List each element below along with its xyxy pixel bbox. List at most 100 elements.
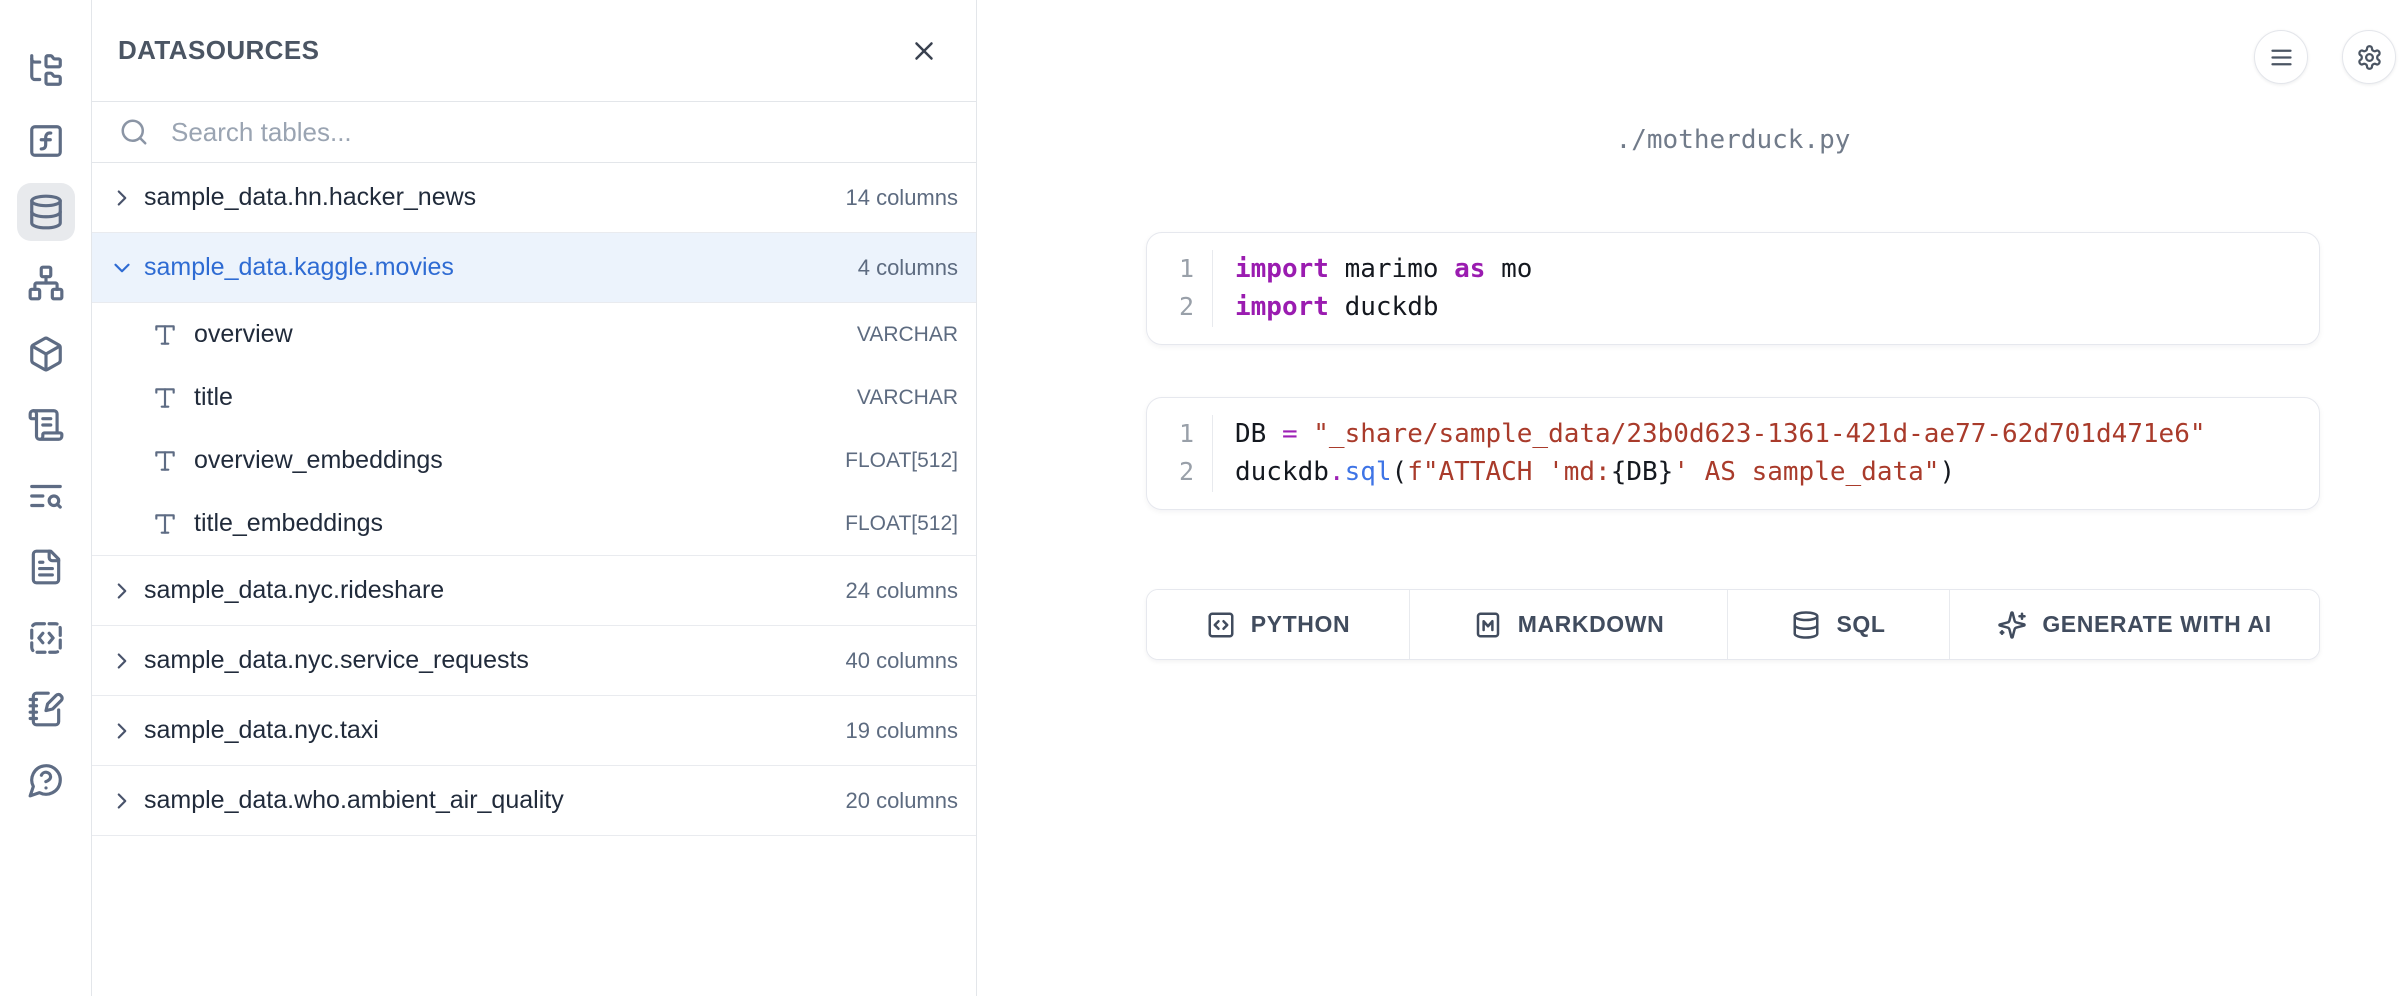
database-icon (27, 193, 65, 231)
type-text-icon (152, 511, 178, 537)
chevron-right-icon (109, 788, 135, 814)
chevron-right-icon (109, 185, 135, 211)
chevron-down-icon (109, 255, 135, 281)
search-icon (119, 117, 149, 147)
chevron-right-icon (109, 718, 135, 744)
square-m-icon (1473, 610, 1503, 640)
chevron-right-icon (109, 185, 135, 211)
add-sql-cell-button[interactable]: SQL (1728, 590, 1950, 659)
button-label: PYTHON (1251, 611, 1350, 638)
table-row[interactable]: sample_data.kaggle.movies 4 columns (92, 233, 976, 303)
table-name: sample_data.hn.hacker_news (144, 183, 476, 212)
table-column-count: 24 columns (845, 578, 958, 604)
chevron-right-icon (109, 648, 135, 674)
rail-item-outline[interactable] (17, 467, 75, 525)
column-name: title_embeddings (194, 509, 383, 538)
message-circle-question-icon (27, 761, 65, 799)
type-icon (152, 322, 178, 348)
generate-with-ai-button[interactable]: GENERATE WITH AI (1950, 590, 2319, 659)
table-name: sample_data.kaggle.movies (144, 253, 454, 282)
table-name: sample_data.who.ambient_air_quality (144, 786, 564, 815)
chevron-down-icon (109, 255, 135, 281)
column-name: title (194, 383, 233, 412)
rail-item-help[interactable] (17, 751, 75, 809)
table-column-count: 20 columns (845, 788, 958, 814)
code-cell-2[interactable]: 12DB = "_share/sample_data/23b0d623-1361… (1146, 397, 2320, 510)
table-row[interactable]: sample_data.nyc.rideshare 24 columns (92, 556, 976, 626)
text-search-icon (27, 477, 65, 515)
table-name: sample_data.nyc.rideshare (144, 576, 444, 605)
button-label: MARKDOWN (1518, 611, 1665, 638)
table-name: sample_data.nyc.service_requests (144, 646, 529, 675)
column-name: overview (194, 320, 293, 349)
folder-tree-icon (27, 51, 65, 89)
columns-block: overviewVARCHAR title VARCHAR overview_embe… (92, 303, 976, 556)
rail-item-packages[interactable] (17, 325, 75, 383)
panel-header: DATASOURCES (92, 0, 976, 102)
rail-item-variables[interactable] (17, 112, 75, 170)
panel-title: DATASOURCES (118, 35, 319, 66)
rail-item-scratchpad[interactable] (17, 680, 75, 738)
rail-item-file-explorer[interactable] (17, 41, 75, 99)
menu-icon (2268, 44, 2295, 71)
chevron-right-icon (109, 718, 135, 744)
add-cell-bar: PYTHON MARKDOWN SQL GENERATE WITH AI (1146, 589, 2320, 660)
table-row[interactable]: sample_data.who.ambient_air_quality 20 co… (92, 766, 976, 836)
type-icon (152, 448, 178, 474)
table-row[interactable]: sample_data.hn.hacker_news 14 columns (92, 163, 976, 233)
close-panel-button[interactable] (902, 29, 946, 73)
database-icon (1791, 610, 1821, 640)
rail-item-snippets[interactable] (17, 609, 75, 667)
add-python-cell-button[interactable]: PYTHON (1147, 590, 1410, 659)
menu-button[interactable] (2254, 30, 2308, 84)
column-row[interactable]: overviewVARCHAR (92, 303, 976, 366)
code-cell-1[interactable]: 12import marimo as moimport duckdb (1146, 232, 2320, 345)
type-text-icon (152, 385, 178, 411)
add-markdown-cell-button[interactable]: MARKDOWN (1410, 590, 1728, 659)
search-tables-input[interactable] (171, 117, 871, 148)
rail-item-datasources[interactable] (17, 183, 75, 241)
type-icon (152, 385, 178, 411)
code-editor[interactable]: DB = "_share/sample_data/23b0d623-1361-4… (1213, 415, 2206, 492)
code-editor[interactable]: import marimo as moimport duckdb (1213, 250, 1532, 327)
rail-item-logs[interactable] (17, 396, 75, 454)
table-name: sample_data.nyc.taxi (144, 716, 379, 745)
column-type: FLOAT[512] (845, 449, 958, 473)
square-function-icon (27, 122, 65, 160)
column-row[interactable]: title VARCHAR (92, 366, 976, 429)
table-column-count: 19 columns (845, 718, 958, 744)
button-label: GENERATE WITH AI (2042, 611, 2271, 638)
close-icon (909, 36, 939, 66)
settings-button[interactable] (2342, 30, 2396, 84)
table-row[interactable]: sample_data.nyc.service_requests 40 colum… (92, 626, 976, 696)
square-dashed-code-icon (27, 619, 65, 657)
chevron-right-icon (109, 648, 135, 674)
line-numbers: 12 (1147, 415, 1213, 492)
box-icon (27, 335, 65, 373)
sparkles-icon (1997, 610, 2027, 640)
type-text-icon (152, 448, 178, 474)
table-row[interactable]: sample_data.nyc.taxi 19 columns (92, 696, 976, 766)
line-numbers: 12 (1147, 250, 1213, 327)
type-icon (152, 511, 178, 537)
column-row[interactable]: overview_embeddings FLOAT[512] (92, 429, 976, 492)
column-row[interactable]: title_embeddingsFLOAT[512] (92, 492, 976, 555)
tables-list: sample_data.hn.hacker_news14 columnssamp… (92, 163, 976, 836)
file-text-icon (27, 548, 65, 586)
search-row (92, 102, 976, 163)
table-column-count: 14 columns (845, 185, 958, 211)
table-column-count: 40 columns (845, 648, 958, 674)
button-label: SQL (1836, 611, 1885, 638)
chevron-right-icon (109, 578, 135, 604)
settings-icon (2356, 44, 2383, 71)
chevron-right-icon (109, 578, 135, 604)
table-column-count: 4 columns (858, 255, 958, 281)
rail-item-dependencies[interactable] (17, 254, 75, 312)
notebook-pen-icon (27, 690, 65, 728)
column-type: VARCHAR (857, 386, 958, 410)
rail-item-documentation[interactable] (17, 538, 75, 596)
column-name: overview_embeddings (194, 446, 443, 475)
chevron-right-icon (109, 788, 135, 814)
datasources-panel: DATASOURCES sample_data.hn.hacker_news 14… (92, 0, 977, 996)
activity-rail (0, 0, 92, 996)
